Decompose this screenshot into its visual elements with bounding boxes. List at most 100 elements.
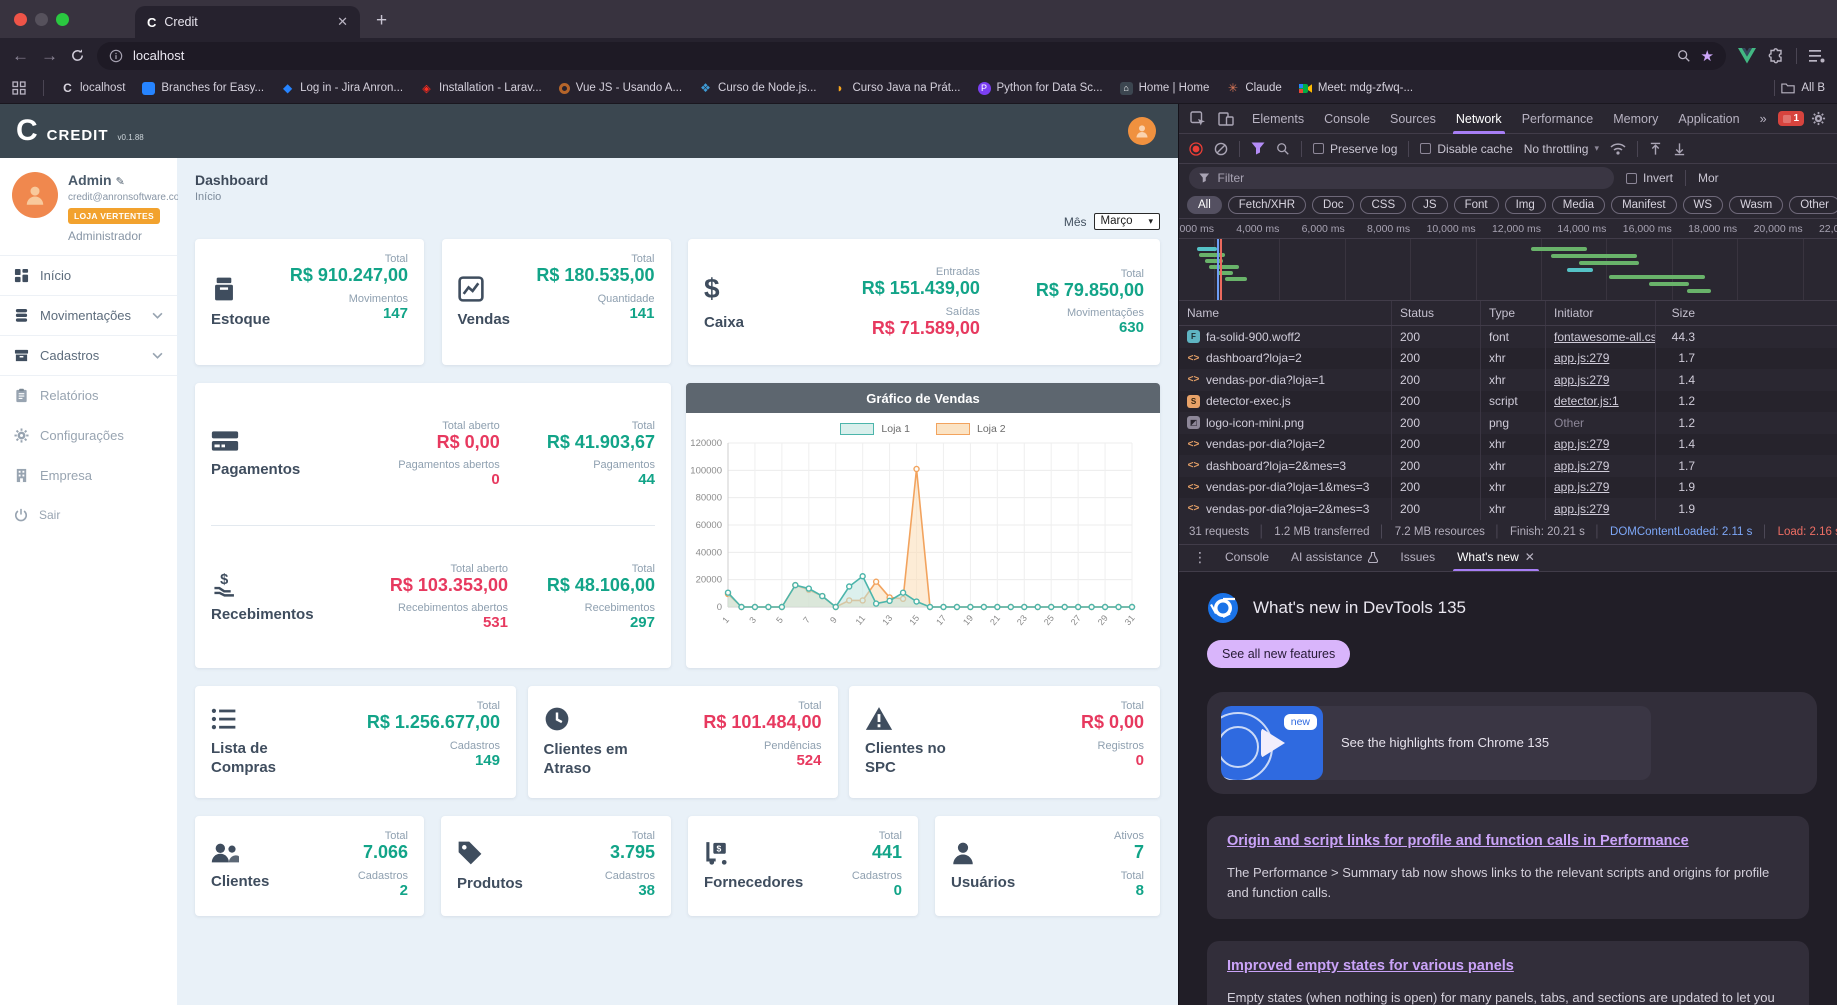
bookmark-star-icon[interactable]: ★ xyxy=(1701,47,1714,65)
bookmark-node[interactable]: ❖ Curso de Node.js... xyxy=(699,81,816,95)
table-row[interactable]: <> vendas-por-dia?loja=2 200 xhr app.js:2… xyxy=(1179,433,1837,455)
close-icon[interactable]: ✕ xyxy=(1525,544,1535,571)
table-row[interactable]: <> dashboard?loja=2 200 xhr app.js:279 1.… xyxy=(1179,347,1837,369)
filter-funnel-icon[interactable] xyxy=(1251,142,1265,155)
maximize-window-button[interactable] xyxy=(56,12,69,26)
tab-performance[interactable]: Performance xyxy=(1513,104,1603,134)
sidebar-item-empresa[interactable]: Empresa xyxy=(0,455,177,495)
table-row[interactable]: Ffa-solid-900.woff2 200 font fontawesome… xyxy=(1179,326,1837,348)
more-tabs-icon[interactable]: » xyxy=(1751,104,1776,134)
chip-wasm[interactable]: Wasm xyxy=(1729,196,1784,214)
avatar[interactable] xyxy=(12,172,58,218)
see-all-features-button[interactable]: See all new features xyxy=(1207,639,1351,668)
bookmark-branches[interactable]: Branches for Easy... xyxy=(142,81,264,95)
inspect-element-icon[interactable] xyxy=(1185,110,1211,127)
table-row[interactable]: ◩ logo-icon-mini.png 200 png Other 1.2 xyxy=(1179,412,1837,434)
filter-input[interactable] xyxy=(1217,171,1604,185)
bookmark-python[interactable]: P Python for Data Sc... xyxy=(977,81,1103,95)
sidebar-item-sair[interactable]: Sair xyxy=(0,495,177,535)
apps-grid-icon[interactable] xyxy=(12,81,26,95)
forward-icon[interactable]: → xyxy=(41,46,58,66)
clear-icon[interactable] xyxy=(1214,142,1228,156)
network-conditions-icon[interactable] xyxy=(1610,142,1626,155)
extensions-icon[interactable] xyxy=(1768,47,1784,64)
tab-console[interactable]: Console xyxy=(1315,104,1379,134)
table-row[interactable]: <> dashboard?loja=2&mes=3 200 xhr app.js:… xyxy=(1179,455,1837,477)
import-har-icon[interactable] xyxy=(1649,142,1662,156)
chip-img[interactable]: Img xyxy=(1504,196,1546,214)
column-type[interactable]: Type xyxy=(1481,301,1546,325)
network-filter-input-wrap[interactable] xyxy=(1189,167,1614,189)
highlight-video-link[interactable]: new See the highlights from Chrome 135 xyxy=(1221,705,1651,780)
chip-js[interactable]: JS xyxy=(1412,196,1448,214)
chip-fetch-xhr[interactable]: Fetch/XHR xyxy=(1227,196,1307,214)
column-initiator[interactable]: Initiator xyxy=(1546,301,1656,325)
column-size[interactable]: Size xyxy=(1656,301,1837,325)
disable-cache-checkbox[interactable]: Disable cache xyxy=(1420,142,1513,156)
record-icon[interactable] xyxy=(1189,141,1203,156)
browser-tab[interactable]: C Credit ✕ xyxy=(135,6,360,38)
vue-devtools-icon[interactable] xyxy=(1738,47,1756,64)
column-status[interactable]: Status xyxy=(1392,301,1481,325)
reload-icon[interactable] xyxy=(70,48,85,63)
throttling-select[interactable]: No throttling ▾ xyxy=(1524,142,1599,156)
drawer-tab-console[interactable]: Console xyxy=(1215,544,1279,571)
sidebar-item-relatorios[interactable]: Relatórios xyxy=(0,375,177,415)
chip-font[interactable]: Font xyxy=(1453,196,1499,214)
tab-memory[interactable]: Memory xyxy=(1604,104,1667,134)
more-filters-label[interactable]: Mor xyxy=(1698,171,1719,185)
table-row[interactable]: <> vendas-por-dia?loja=1 200 xhr app.js:2… xyxy=(1179,369,1837,391)
browser-menu-icon[interactable] xyxy=(1809,49,1825,63)
bookmark-home[interactable]: ⌂ Home | Home xyxy=(1119,81,1209,95)
table-row[interactable]: Sdetector-exec.js 200 script detector.js… xyxy=(1179,390,1837,412)
bookmark-jira[interactable]: ◆ Log in - Jira Anron... xyxy=(281,81,403,95)
device-toolbar-icon[interactable] xyxy=(1213,111,1239,127)
chip-media[interactable]: Media xyxy=(1551,196,1606,214)
video-thumbnail[interactable]: new xyxy=(1221,705,1323,780)
tab-sources[interactable]: Sources xyxy=(1381,104,1445,134)
chip-css[interactable]: CSS xyxy=(1360,196,1407,214)
site-info-icon[interactable] xyxy=(109,49,123,63)
drawer-tab-issues[interactable]: Issues xyxy=(1390,544,1445,571)
preserve-log-checkbox[interactable]: Preserve log xyxy=(1313,142,1397,156)
export-har-icon[interactable] xyxy=(1673,142,1686,156)
chip-manifest[interactable]: Manifest xyxy=(1611,196,1677,214)
minimize-window-button[interactable] xyxy=(35,12,48,26)
sidebar-item-cadastros[interactable]: Cadastros xyxy=(0,335,177,375)
close-window-button[interactable] xyxy=(14,12,27,26)
drawer-menu-icon[interactable]: ⋮ xyxy=(1187,549,1213,566)
feature-link[interactable]: Improved empty states for various panels xyxy=(1227,958,1514,974)
tab-network[interactable]: Network xyxy=(1447,104,1511,134)
bookmark-java[interactable]: ◗ Curso Java na Prát... xyxy=(833,81,960,95)
sidebar-item-inicio[interactable]: Início xyxy=(0,255,177,295)
tab-application[interactable]: Application xyxy=(1669,104,1748,134)
search-icon[interactable] xyxy=(1276,142,1290,156)
url-bar[interactable]: localhost ★ xyxy=(97,41,1726,70)
tab-elements[interactable]: Elements xyxy=(1243,104,1313,134)
bookmark-claude[interactable]: ✳ Claude xyxy=(1226,81,1282,95)
invert-checkbox[interactable]: Invert xyxy=(1626,171,1673,185)
feature-link[interactable]: Origin and script links for profile and … xyxy=(1227,833,1689,849)
table-row[interactable]: <> vendas-por-dia?loja=1&mes=3 200 xhr ap… xyxy=(1179,476,1837,498)
month-select[interactable]: Março ▾ xyxy=(1093,213,1160,230)
column-name[interactable]: Name xyxy=(1179,301,1392,325)
header-avatar[interactable] xyxy=(1128,117,1156,145)
new-tab-button[interactable]: + xyxy=(376,10,387,32)
edit-profile-icon[interactable]: ✎ xyxy=(116,176,125,188)
chip-all[interactable]: All xyxy=(1187,196,1222,214)
bookmark-laravel[interactable]: ◈ Installation - Larav... xyxy=(420,82,541,95)
url-text[interactable]: localhost xyxy=(133,48,1667,63)
sidebar-item-movimentacoes[interactable]: Movimentações xyxy=(0,295,177,335)
zoom-icon[interactable] xyxy=(1677,49,1691,63)
tab-close-icon[interactable]: ✕ xyxy=(337,14,348,30)
chip-ws[interactable]: WS xyxy=(1682,196,1724,214)
bookmark-vuejs[interactable]: Vue JS - Usando A... xyxy=(558,82,682,94)
back-icon[interactable]: ← xyxy=(12,46,29,66)
bookmark-meet[interactable]: Meet: mdg-zfwq-... xyxy=(1298,82,1413,95)
network-overview[interactable] xyxy=(1179,239,1837,301)
table-row[interactable]: <> vendas-por-dia?loja=2&mes=3 200 xhr ap… xyxy=(1179,498,1837,520)
drawer-tab-ai-assistance[interactable]: AI assistance xyxy=(1281,544,1388,571)
all-bookmarks-button[interactable]: All B xyxy=(1774,80,1825,96)
sidebar-item-configuracoes[interactable]: Configurações xyxy=(0,415,177,455)
devtools-settings-icon[interactable] xyxy=(1806,111,1831,126)
